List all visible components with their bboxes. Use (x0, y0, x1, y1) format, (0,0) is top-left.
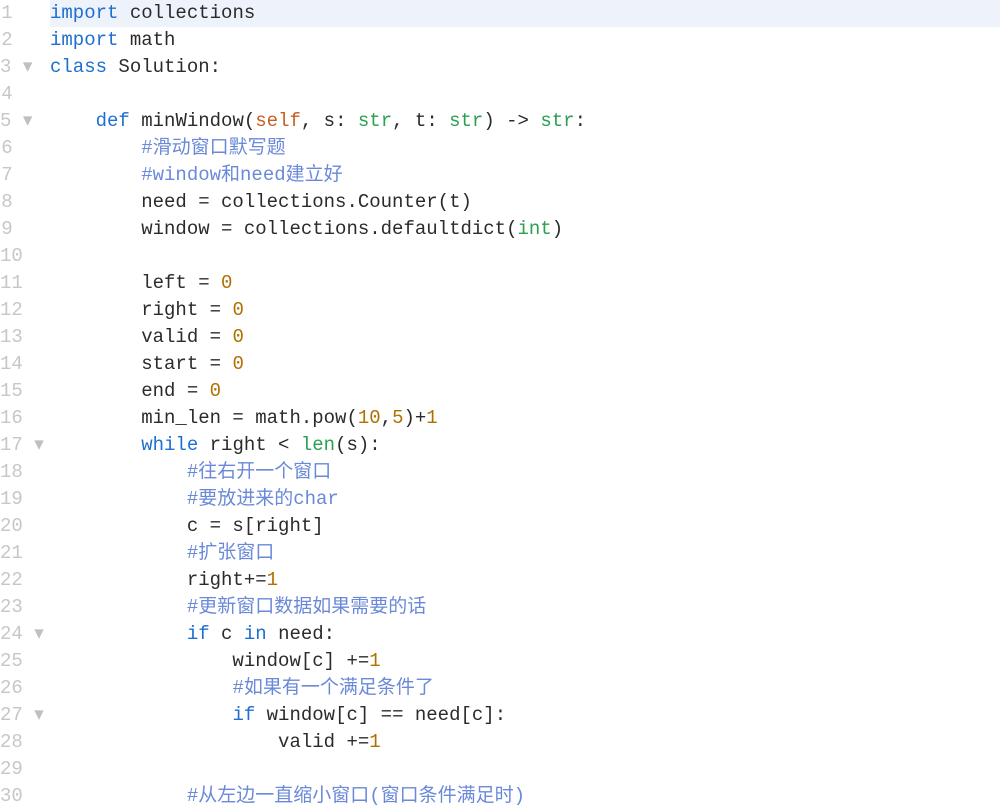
code-line[interactable]: min_len = math.pow(10,5)+1 (50, 405, 1000, 432)
line-number: 7 (0, 162, 24, 189)
line-number: 8 (0, 189, 24, 216)
line-number-gutter: 1 2 3 ▾ 4 5 ▾ 6 7 8 9 10 11 12 13 14 15 … (0, 0, 30, 809)
line-number: 3 ▾ (0, 54, 24, 81)
line-number: 24 ▾ (0, 621, 24, 648)
line-number: 4 (0, 81, 24, 108)
line-number: 1 (0, 0, 24, 27)
code-line[interactable]: while right < len(s): (50, 432, 1000, 459)
line-number: 15 (0, 378, 24, 405)
code-line[interactable] (50, 243, 1000, 270)
code-line[interactable] (50, 81, 1000, 108)
code-area[interactable]: import collections import math class Sol… (30, 0, 1000, 809)
code-line[interactable]: def minWindow(self, s: str, t: str) -> s… (50, 108, 1000, 135)
code-line[interactable]: window[c] +=1 (50, 648, 1000, 675)
line-number: 11 (0, 270, 24, 297)
line-number: 25 (0, 648, 24, 675)
code-line[interactable]: if window[c] == need[c]: (50, 702, 1000, 729)
code-line[interactable]: end = 0 (50, 378, 1000, 405)
code-line[interactable]: #滑动窗口默写题 (50, 135, 1000, 162)
code-line[interactable]: #window和need建立好 (50, 162, 1000, 189)
code-line[interactable]: #从左边一直缩小窗口(窗口条件满足时) (50, 783, 1000, 809)
code-line[interactable]: right = 0 (50, 297, 1000, 324)
code-line[interactable]: c = s[right] (50, 513, 1000, 540)
code-line[interactable]: #如果有一个满足条件了 (50, 675, 1000, 702)
line-number: 12 (0, 297, 24, 324)
line-number: 18 (0, 459, 24, 486)
code-line[interactable]: valid +=1 (50, 729, 1000, 756)
code-line[interactable]: #要放进来的char (50, 486, 1000, 513)
code-line[interactable] (50, 756, 1000, 783)
code-line[interactable]: valid = 0 (50, 324, 1000, 351)
code-line[interactable]: left = 0 (50, 270, 1000, 297)
line-number: 10 (0, 243, 24, 270)
line-number: 23 (0, 594, 24, 621)
line-number: 5 ▾ (0, 108, 24, 135)
code-line[interactable]: need = collections.Counter(t) (50, 189, 1000, 216)
code-line[interactable]: import math (50, 27, 1000, 54)
line-number: 29 (0, 756, 24, 783)
line-number: 27 ▾ (0, 702, 24, 729)
line-number: 6 (0, 135, 24, 162)
line-number: 14 (0, 351, 24, 378)
line-number: 26 (0, 675, 24, 702)
line-number: 30 (0, 783, 24, 809)
line-number: 9 (0, 216, 24, 243)
code-line[interactable]: start = 0 (50, 351, 1000, 378)
line-number: 13 (0, 324, 24, 351)
code-line[interactable]: #往右开一个窗口 (50, 459, 1000, 486)
code-line[interactable]: #更新窗口数据如果需要的话 (50, 594, 1000, 621)
line-number: 20 (0, 513, 24, 540)
code-line[interactable]: class Solution: (50, 54, 1000, 81)
code-line[interactable]: import collections (50, 0, 1000, 27)
code-line[interactable]: #扩张窗口 (50, 540, 1000, 567)
code-line[interactable]: right+=1 (50, 567, 1000, 594)
line-number: 22 (0, 567, 24, 594)
code-editor[interactable]: 1 2 3 ▾ 4 5 ▾ 6 7 8 9 10 11 12 13 14 15 … (0, 0, 1000, 809)
line-number: 28 (0, 729, 24, 756)
code-line[interactable]: if c in need: (50, 621, 1000, 648)
line-number: 21 (0, 540, 24, 567)
line-number: 2 (0, 27, 24, 54)
line-number: 16 (0, 405, 24, 432)
code-line[interactable]: window = collections.defaultdict(int) (50, 216, 1000, 243)
line-number: 17 ▾ (0, 432, 24, 459)
line-number: 19 (0, 486, 24, 513)
